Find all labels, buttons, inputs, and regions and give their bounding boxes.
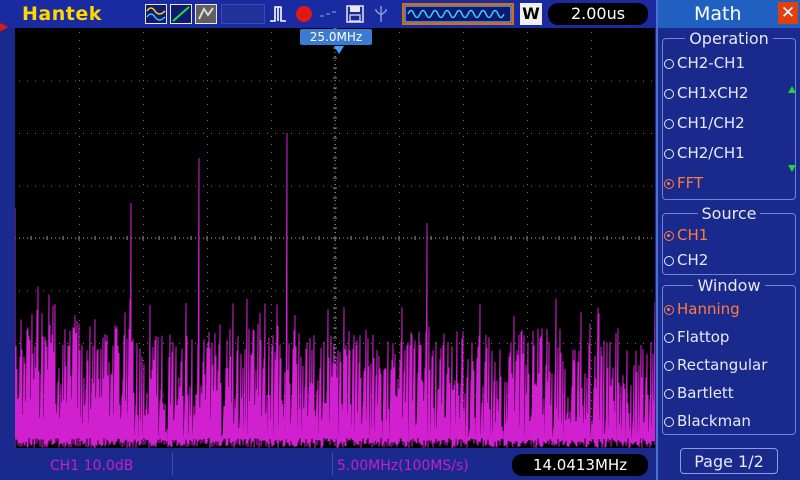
usb-icon <box>370 4 392 24</box>
option-label: CH1 <box>677 226 709 244</box>
option-label: Blackman <box>677 412 751 430</box>
cursor-frequency[interactable]: 14.0413MHz <box>512 454 648 476</box>
trigger-level-icon: ▶ <box>0 20 9 33</box>
source-option-ch1[interactable]: CH1 <box>664 226 708 244</box>
channel-scale[interactable]: CH1 10.0dB <box>50 458 133 474</box>
span-readout: 5.00MHz(100MS/s) <box>337 458 469 474</box>
persist-icon[interactable] <box>195 4 217 24</box>
radio-icon <box>664 389 674 399</box>
scroll-up-icon[interactable] <box>788 86 796 93</box>
status-divider <box>172 452 173 476</box>
scroll-down-icon[interactable] <box>788 165 796 172</box>
radio-icon <box>664 89 674 99</box>
option-label: CH1xCH2 <box>677 84 749 102</box>
option-label: CH2 <box>677 251 709 269</box>
window-option-flattop[interactable]: Flattop <box>664 328 729 346</box>
option-label: FFT <box>677 174 704 192</box>
trigger-edge-icon[interactable] <box>268 4 292 24</box>
center-frequency-marker[interactable]: 25.0MHz <box>300 29 372 45</box>
wifi-icon <box>318 6 342 22</box>
operation-option-ch2-ch1[interactable]: CH2-CH1 <box>664 54 745 72</box>
timebase-display[interactable]: 2.00us <box>548 3 648 25</box>
window-option-rectangular[interactable]: Rectangular <box>664 356 767 374</box>
option-label: CH2/CH1 <box>677 144 745 162</box>
source-option-ch2[interactable]: CH2 <box>664 251 708 269</box>
radio-selected-icon <box>664 179 674 189</box>
option-label: Hanning <box>677 300 740 318</box>
math-menu-panel: Math ✕ Operation CH2-CH1 CH1xCH2 CH1/CH2… <box>656 0 800 480</box>
brand-logo: Hantek <box>22 3 102 25</box>
operation-title: Operation <box>685 29 773 48</box>
operation-option-ch1xch2[interactable]: CH1xCH2 <box>664 84 748 102</box>
option-label: Bartlett <box>677 384 734 402</box>
timebase-reference-window[interactable] <box>402 3 514 25</box>
trigger-position-marker[interactable] <box>334 46 344 54</box>
radio-icon <box>664 417 674 427</box>
option-label: Flattop <box>677 328 730 346</box>
option-label: CH1/CH2 <box>677 114 745 132</box>
operation-option-fft[interactable]: FFT <box>664 174 703 192</box>
source-title: Source <box>697 204 761 223</box>
operation-label: Operation <box>658 29 800 48</box>
status-divider <box>332 452 333 476</box>
radio-icon <box>664 119 674 129</box>
cursor-icon[interactable] <box>170 4 192 24</box>
page-button[interactable]: Page 1/2 <box>680 448 778 474</box>
waveform-display[interactable] <box>15 28 655 448</box>
time-mode-label: W <box>520 3 542 25</box>
status-blank <box>221 4 265 24</box>
window-label: Window <box>658 276 800 295</box>
window-option-hanning[interactable]: Hanning <box>664 300 740 318</box>
source-label: Source <box>658 204 800 223</box>
radio-selected-icon <box>664 231 674 241</box>
window-title: Window <box>693 276 765 295</box>
operation-option-ch1-div-ch2[interactable]: CH1/CH2 <box>664 114 745 132</box>
record-icon[interactable] <box>296 6 312 22</box>
close-icon[interactable]: ✕ <box>778 2 798 24</box>
option-label: CH2-CH1 <box>677 54 746 72</box>
radio-selected-icon <box>664 305 674 315</box>
math-wave-icon[interactable] <box>145 4 167 24</box>
option-label: Rectangular <box>677 356 768 374</box>
save-icon[interactable] <box>345 4 365 24</box>
radio-icon <box>664 59 674 69</box>
radio-icon <box>664 256 674 266</box>
window-option-blackman[interactable]: Blackman <box>664 412 751 430</box>
operation-option-ch2-div-ch1[interactable]: CH2/CH1 <box>664 144 745 162</box>
radio-icon <box>664 333 674 343</box>
radio-icon <box>664 149 674 159</box>
graticule-grid <box>15 28 655 448</box>
window-option-bartlett[interactable]: Bartlett <box>664 384 734 402</box>
radio-icon <box>664 361 674 371</box>
